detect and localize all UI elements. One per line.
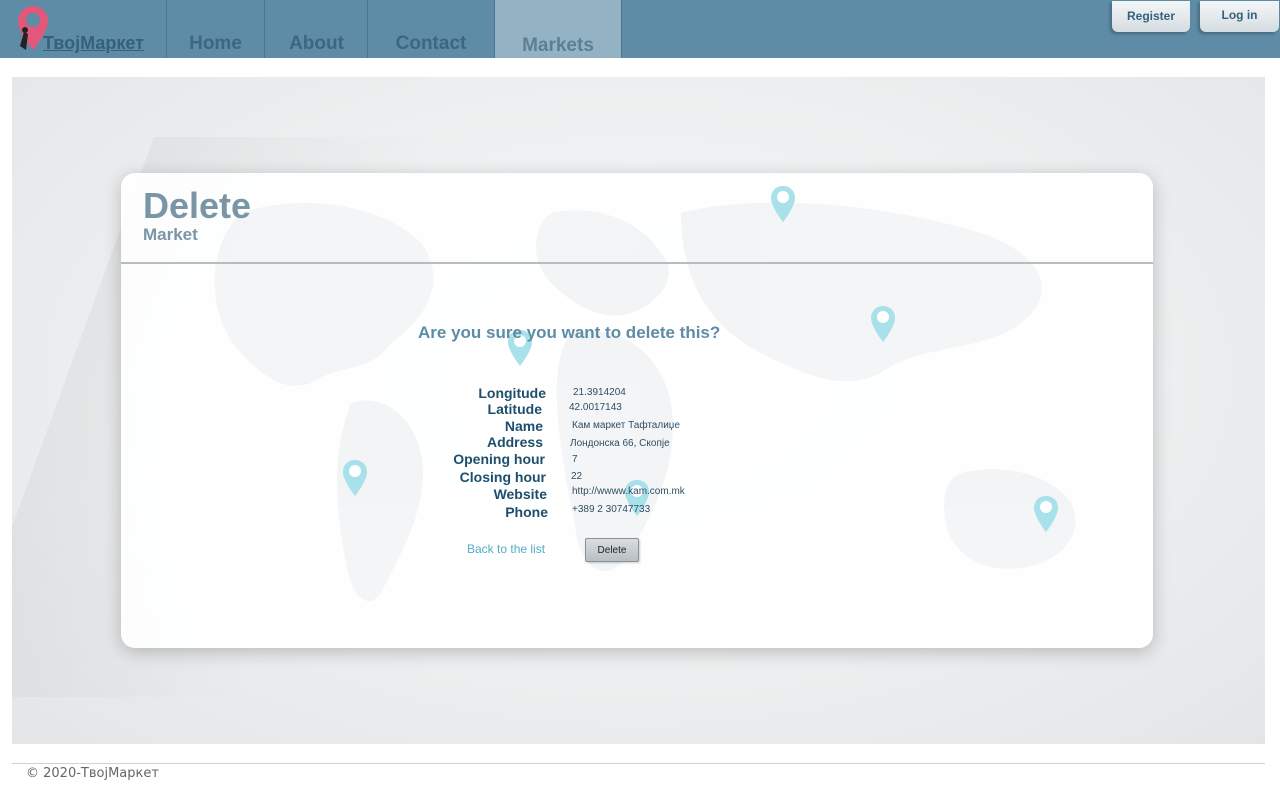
- delete-button[interactable]: Delete: [585, 538, 639, 562]
- nav-contact[interactable]: Contact: [367, 0, 494, 58]
- value-closing-hour: 22: [571, 471, 583, 482]
- value-opening-hour: 7: [572, 454, 578, 465]
- map-pin-icon: [771, 186, 795, 222]
- label-closing-hour: Closing hour: [459, 469, 546, 485]
- map-pin-icon: [1034, 496, 1058, 532]
- value-website: http://wwww.kam.com.mk: [572, 486, 685, 497]
- brand-link[interactable]: ТвојМаркет: [0, 0, 167, 58]
- nav-about[interactable]: About: [264, 0, 368, 58]
- label-latitude: Latitude: [487, 401, 542, 417]
- world-map-background: [214, 202, 1076, 602]
- label-address: Address: [486, 434, 543, 450]
- value-latitude: 42.0017143: [569, 402, 622, 413]
- header-divider: [121, 262, 1153, 264]
- value-phone: +389 2 30747733: [572, 504, 651, 515]
- map-pin-icon: [871, 306, 895, 342]
- confirm-question: Are you sure you want to delete this?: [418, 323, 721, 342]
- label-name: Name: [504, 418, 543, 434]
- login-button[interactable]: Log in: [1200, 1, 1279, 32]
- map-pin-icon: [343, 460, 367, 496]
- label-website: Website: [493, 486, 547, 502]
- label-opening-hour: Opening hour: [453, 451, 545, 467]
- brand-name[interactable]: ТвојМаркет: [43, 33, 144, 54]
- navbar: ТвојМаркет Home About Contact Markets Re…: [0, 0, 1280, 58]
- page-subtitle: Market: [143, 225, 198, 244]
- nav-markets[interactable]: Markets: [494, 0, 622, 58]
- delete-card: Delete Market Are you sure you want to d…: [121, 173, 1153, 648]
- back-to-list-link[interactable]: Back to the list: [467, 542, 545, 556]
- value-name: Кам маркет Тафталиџе: [572, 420, 680, 431]
- value-longitude: 21.3914204: [573, 387, 626, 398]
- register-button[interactable]: Register: [1112, 1, 1190, 32]
- label-phone: Phone: [505, 504, 548, 520]
- page-title: Delete: [143, 185, 252, 226]
- footer-divider: [12, 763, 1265, 764]
- nav-home[interactable]: Home: [166, 0, 264, 58]
- footer-copyright: © 2020-ТвојМаркет: [26, 766, 159, 781]
- value-address: Лондонска 66, Скопје: [570, 438, 670, 449]
- label-longitude: Longitude: [478, 385, 546, 401]
